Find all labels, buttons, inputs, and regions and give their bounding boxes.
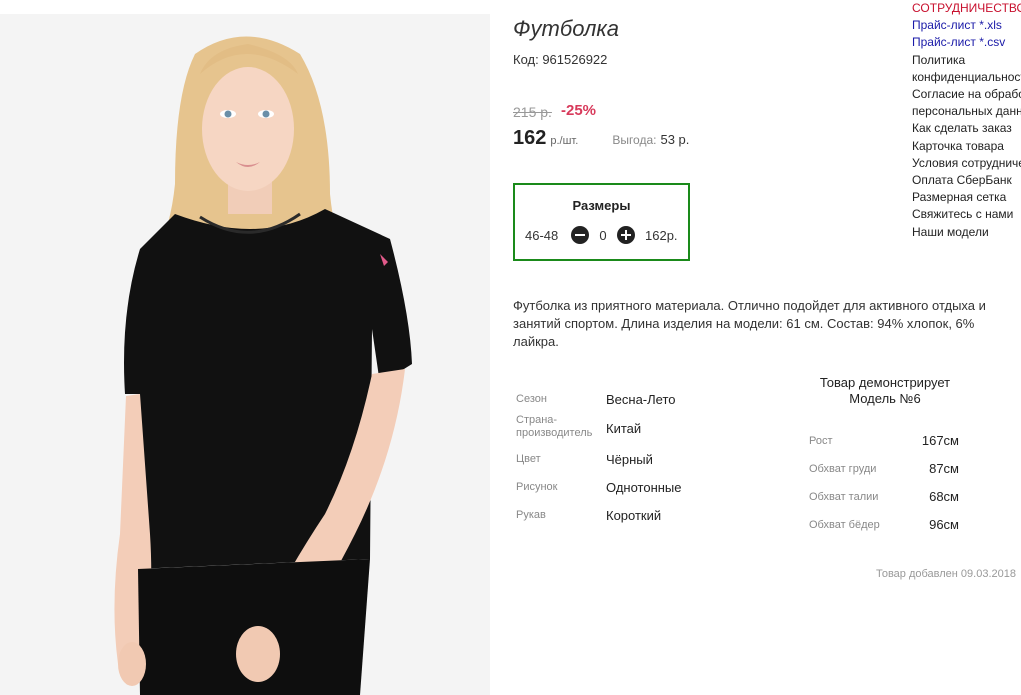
sidebar-link-sberbank-payment[interactable]: Оплата СберБанк — [912, 172, 1021, 189]
size-price: 162р. — [645, 227, 678, 243]
price-list-csv-link[interactable]: Прайс-лист *.csv — [912, 34, 1021, 51]
model-param-value: 96см — [929, 517, 959, 532]
model-param-label: Обхват груди — [809, 463, 877, 475]
attribute-label: Цвет — [516, 453, 541, 465]
model-param-label: Обхват талии — [809, 491, 879, 503]
price-unit: р./шт. — [550, 135, 579, 147]
sidebar-link-size-chart[interactable]: Размерная сетка — [912, 189, 1021, 206]
sidebar-link-how-to-order[interactable]: Как сделать заказ — [912, 120, 1021, 137]
quantity-value[interactable]: 0 — [589, 228, 617, 243]
attribute-value: Весна-Лето — [606, 392, 676, 407]
model-param-value: 68см — [929, 489, 959, 504]
sidebar-link-privacy[interactable]: Политика конфиденциальности — [912, 52, 1021, 86]
model-title: Товар демонстрирует Модель №6 — [819, 375, 951, 406]
attribute-label: Сезон — [516, 393, 547, 405]
minus-icon[interactable] — [571, 226, 589, 244]
price-list-xls-link[interactable]: Прайс-лист *.xls — [912, 17, 1021, 34]
sidebar-link-product-card[interactable]: Карточка товара — [912, 138, 1021, 155]
price-row: 162 р./шт. Выгода: 53 р. — [513, 127, 689, 150]
product-code: Код: 961526922 — [513, 52, 608, 67]
sidebar-links: СОТРУДНИЧЕСТВО Прайс-лист *.xls Прайс-ли… — [912, 0, 1021, 241]
sizes-title: Размеры — [572, 198, 631, 213]
attribute-label: Страна-производитель — [516, 414, 593, 439]
benefit-value: 53 р. — [660, 132, 690, 147]
attribute-value: Китай — [606, 421, 642, 436]
model-param-value: 87см — [929, 461, 959, 476]
sidebar-link-cooperation-terms[interactable]: Условия сотрудничества — [912, 155, 1021, 172]
added-date: Товар добавлен 09.03.2018 — [875, 568, 1016, 580]
model-param-label: Рост — [809, 435, 833, 447]
plus-icon[interactable] — [617, 226, 635, 244]
discount-badge: -25% — [561, 102, 597, 119]
benefit-label: Выгода: — [612, 133, 657, 147]
size-row: 46-48 0 162р. — [525, 226, 678, 244]
sidebar-link-contact[interactable]: Свяжитесь с нами — [912, 206, 1021, 223]
sidebar-link-consent[interactable]: Согласие на обработку персональных данны… — [912, 86, 1021, 120]
sidebar-cooperation-link[interactable]: СОТРУДНИЧЕСТВО — [912, 0, 1021, 17]
sizes-box: Размеры 46-48 0 162р. — [513, 183, 690, 261]
product-description: Футболка из приятного материала. Отлично… — [513, 298, 986, 349]
sidebar-link-models[interactable]: Наши модели — [912, 224, 1021, 241]
attribute-value: Однотонные — [606, 480, 682, 495]
model-param-label: Обхват бёдер — [809, 519, 880, 531]
product-photo[interactable] — [0, 14, 490, 695]
attribute-label: Рукав — [516, 509, 546, 521]
product-title: Футболка — [513, 16, 619, 41]
attribute-label: Рисунок — [516, 481, 558, 493]
attribute-value: Короткий — [606, 508, 662, 523]
current-price: 162 — [513, 127, 547, 149]
attribute-value: Чёрный — [606, 452, 653, 467]
model-param-value: 167см — [921, 433, 959, 448]
old-price: 215 р. — [513, 104, 552, 120]
size-label: 46-48 — [525, 227, 559, 243]
